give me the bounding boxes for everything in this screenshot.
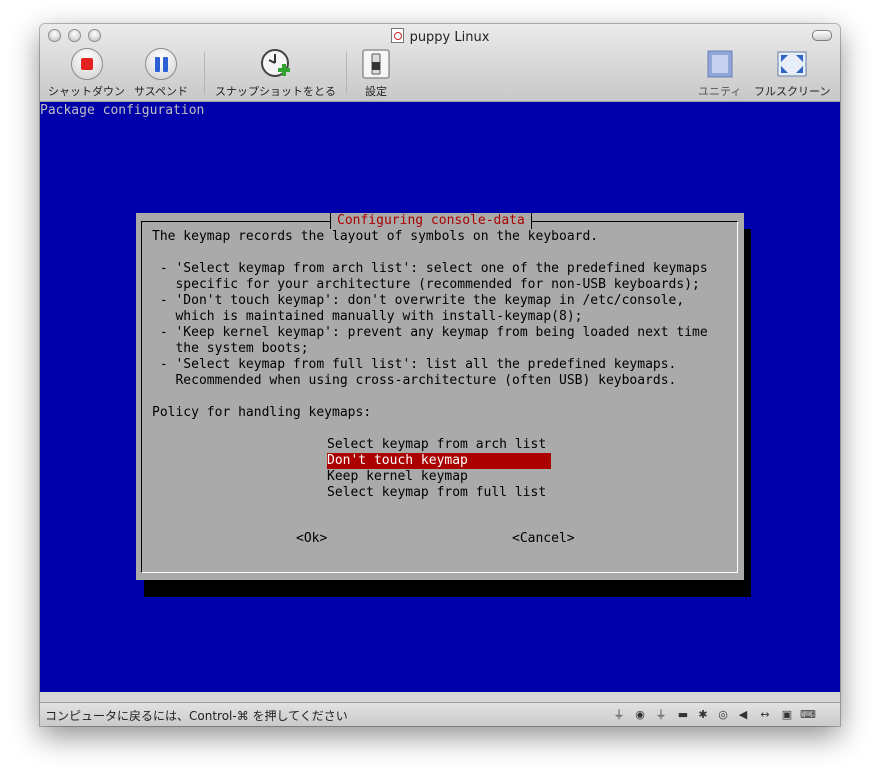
fullscreen-icon bbox=[776, 48, 808, 80]
dialog-text-line: which is maintained manually with instal… bbox=[152, 309, 583, 324]
usb-icon[interactable]: ⏚ bbox=[612, 707, 626, 722]
lock-icon[interactable]: ▣ bbox=[780, 707, 794, 722]
suspend-icon bbox=[145, 48, 177, 80]
webcam-icon[interactable]: ◉ bbox=[633, 707, 647, 722]
dialog-text-line: Recommended when using cross-architectur… bbox=[152, 373, 677, 388]
fullscreen-label: フルスクリーン bbox=[754, 85, 831, 98]
option-dont-touch-keymap[interactable]: Don't touch keymap bbox=[327, 453, 551, 469]
window-title-text: puppy Linux bbox=[409, 30, 490, 45]
bluetooth-icon[interactable]: ✱ bbox=[696, 707, 710, 722]
ok-button[interactable]: <Ok> bbox=[296, 531, 327, 547]
window-title: puppy Linux bbox=[40, 28, 840, 45]
dialog-text-line: The keymap records the layout of symbols… bbox=[152, 229, 599, 244]
toolbar-toggle-button[interactable] bbox=[812, 30, 832, 41]
unity-button[interactable]: ユニティ bbox=[698, 48, 741, 99]
speaker-icon[interactable]: ◀ bbox=[736, 707, 750, 722]
dialog-text-line: - 'Don't touch keymap': don't overwrite … bbox=[152, 293, 685, 308]
configuring-dialog: Configuring console-data The keymap reco… bbox=[136, 213, 744, 580]
unity-icon bbox=[704, 48, 736, 80]
option-keep-kernel-keymap[interactable]: Keep kernel keymap bbox=[327, 469, 551, 485]
option-select-full-list[interactable]: Select keymap from full list bbox=[327, 485, 551, 501]
policy-prompt: Policy for handling keymaps: bbox=[152, 405, 372, 420]
snapshot-label: スナップショットをとる bbox=[215, 85, 336, 98]
shutdown-label: シャットダウン bbox=[48, 85, 125, 98]
cancel-button[interactable]: <Cancel> bbox=[512, 531, 575, 547]
disc-icon[interactable]: ◎ bbox=[716, 707, 730, 722]
capture-hint: コンピュータに戻るには、Control-⌘ を押してください bbox=[45, 709, 348, 723]
dialog-text-line: the system boots; bbox=[152, 341, 309, 356]
titlebar: puppy Linux シャットダウン サスペンド スナップショットをとる 設定… bbox=[40, 24, 840, 102]
suspend-button[interactable]: サスペンド bbox=[134, 48, 188, 99]
dialog-text-line: - 'Select keymap from full list': list a… bbox=[152, 357, 677, 372]
unity-label: ユニティ bbox=[698, 85, 742, 98]
usb-device-icon[interactable]: ⏚ bbox=[654, 707, 668, 722]
snapshot-button[interactable]: スナップショットをとる bbox=[215, 48, 336, 99]
network-icon[interactable]: ▬ bbox=[676, 707, 690, 722]
snapshot-icon bbox=[260, 48, 292, 80]
shutdown-icon bbox=[70, 48, 103, 80]
document-icon bbox=[390, 28, 404, 43]
fullscreen-button[interactable]: フルスクリーン bbox=[754, 48, 830, 99]
arrows-icon[interactable]: ↔ bbox=[758, 707, 772, 722]
statusbar: コンピュータに戻るには、Control-⌘ を押してください ⏚ ◉ ⏚ ▬ ✱… bbox=[40, 702, 840, 726]
vm-screen[interactable]: Package configuration Configuring consol… bbox=[40, 102, 840, 692]
settings-label: 設定 bbox=[365, 85, 387, 98]
option-select-arch-list[interactable]: Select keymap from arch list bbox=[327, 437, 551, 453]
keyboard-icon[interactable]: ⌨ bbox=[800, 707, 816, 722]
dialog-title: Configuring console-data bbox=[330, 213, 532, 229]
dialog-text-line: - 'Select keymap from arch list': select… bbox=[152, 261, 708, 276]
settings-button[interactable]: 設定 bbox=[360, 48, 392, 99]
dialog-text-line: - 'Keep kernel keymap': prevent any keym… bbox=[152, 325, 708, 340]
shutdown-button[interactable]: シャットダウン bbox=[48, 48, 125, 99]
vm-window: puppy Linux シャットダウン サスペンド スナップショットをとる 設定… bbox=[40, 24, 840, 726]
settings-icon bbox=[360, 48, 392, 80]
dialog-text-line: specific for your architecture (recommen… bbox=[152, 277, 700, 292]
package-configuration-header: Package configuration bbox=[40, 103, 205, 118]
suspend-label: サスペンド bbox=[134, 85, 189, 98]
